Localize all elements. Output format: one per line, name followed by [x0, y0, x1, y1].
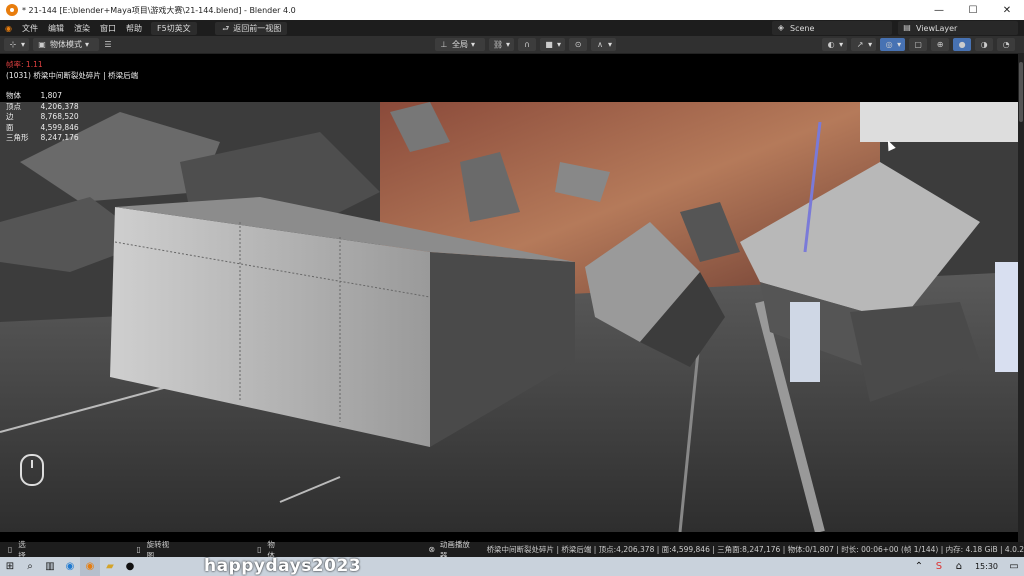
scene-selector[interactable]: ◈ Scene — [772, 21, 892, 35]
gizmo-dropdown[interactable]: ↗ ▾ — [851, 38, 877, 51]
snap-target-dropdown[interactable]: ■ ▾ — [540, 38, 566, 51]
ime-icon[interactable]: S — [929, 557, 949, 576]
cancel-icon[interactable]: ⊗ — [428, 545, 436, 555]
stat-row: 三角形 8,247,176 — [6, 133, 79, 142]
edge-icon[interactable]: ◉ — [60, 557, 80, 576]
task-view-icon[interactable]: ▥ — [40, 557, 60, 576]
minimize-button[interactable]: — — [922, 0, 956, 20]
menu-help[interactable]: 帮助 — [121, 23, 147, 34]
square-icon: ■ — [545, 39, 553, 49]
network-icon[interactable]: ⌂ — [949, 557, 969, 576]
scene-illustration — [0, 102, 1018, 532]
obs-icon[interactable]: ● — [120, 557, 140, 576]
menu-hamburger-icon[interactable]: ☰ — [103, 40, 113, 50]
tray-chevron-icon[interactable]: ⌃ — [909, 557, 929, 576]
dot-icon: ⊙ — [574, 39, 582, 49]
editor-type-dropdown[interactable]: ⊹ ▾ — [4, 38, 30, 51]
active-object-info: (1031) 桥梁中间断裂处碎片 | 桥梁后端 — [6, 70, 139, 80]
menu-edit[interactable]: 编辑 — [43, 23, 69, 34]
windows-taskbar: ⊞ ⌕ ▥ ◉ ◉ ▰ ● ⌃ S ⌂ 15:30 ▭ — [0, 557, 1024, 576]
falloff-dropdown[interactable]: ∧ ▾ — [591, 38, 617, 51]
f5-switch-button[interactable]: F5切英文 — [150, 21, 197, 35]
mode-dropdown[interactable]: ▣ 物体模式 ▾ — [33, 38, 100, 51]
3d-viewport[interactable]: 帧率: 1.11 (1031) 桥梁中间断裂处碎片 | 桥梁后端 物体 1,807… — [0, 54, 1018, 542]
menu-window[interactable]: 窗口 — [95, 23, 121, 34]
fps-readout: 帧率: 1.11 — [6, 60, 43, 69]
title-bar: * 21-144 [E:\blender+Maya项目\游戏大赛\21-144.… — [0, 0, 1024, 20]
folder-icon[interactable]: ▰ — [100, 557, 120, 576]
close-button[interactable]: ✕ — [990, 0, 1024, 20]
magnet-icon: ∩ — [524, 39, 530, 49]
scene-icon: ◈ — [777, 23, 785, 32]
visibility-dropdown[interactable]: ◐ ▾ — [822, 38, 848, 51]
wireframe-icon: ⊕ — [936, 39, 944, 49]
orientation-icon: ⊥ — [440, 39, 448, 49]
blender-taskbar-icon[interactable]: ◉ — [80, 557, 100, 576]
stat-row: 边 8,768,520 — [6, 112, 79, 121]
shading-wireframe[interactable]: ⊕ — [931, 38, 950, 51]
window-title: * 21-144 [E:\blender+Maya项目\游戏大赛\21-144.… — [22, 5, 296, 15]
notification-icon[interactable]: ▭ — [1004, 557, 1024, 576]
transform-orientation-dropdown[interactable]: ⊥ 全局 ▾ — [435, 38, 486, 51]
back-view-button[interactable]: ⮐ 返回前一视图 — [214, 21, 288, 35]
overlay-dropdown[interactable]: ◎ ▾ — [880, 38, 906, 51]
start-icon[interactable]: ⊞ — [0, 557, 20, 576]
watermark-text: happydays2023 — [204, 556, 362, 576]
shading-rendered[interactable]: ◔ — [997, 38, 1016, 51]
pivot-dropdown[interactable]: ⛓ ▾ — [489, 38, 515, 51]
axis-icon: ⊹ — [9, 39, 17, 49]
mouse-middle-icon: ▯ — [136, 544, 141, 554]
blender-menu-icon[interactable]: ◉ — [0, 24, 17, 33]
proportional-edit-toggle[interactable]: ⊙ — [569, 38, 588, 51]
stats-table: 物体 1,807 顶点 4,206,378 边 8,768,520 面 4,599,84… — [6, 91, 91, 144]
falloff-icon: ∧ — [597, 39, 603, 49]
mouse-right-icon: ▯ — [257, 544, 262, 554]
snap-toggle[interactable]: ∩ — [518, 38, 537, 51]
back-icon: ⮐ — [222, 23, 230, 33]
mouse-icon — [20, 454, 44, 486]
xray-toggle[interactable]: ▢ — [909, 38, 928, 51]
viewlayer-icon: ▤ — [903, 23, 911, 32]
xray-icon: ▢ — [914, 39, 922, 49]
status-bar: ▯ 选择 ▯ 旋转视图 ▯ 物体 ⊗ 动画播放器 桥梁中间断裂处碎片 | 桥梁后… — [0, 540, 1024, 560]
solid-icon: ● — [958, 39, 966, 49]
viewport-header: ⊹ ▾ ▣ 物体模式 ▾ ☰ ⊥ 全局 ▾ ⛓ ▾ ∩ ■ ▾ ⊙ ∧ ▾ ◐ ▾ ↗ ▾ ◎ ▾… — [0, 36, 1024, 54]
stat-row: 面 4,599,846 — [6, 122, 79, 132]
stat-row: 物体 1,807 — [6, 91, 62, 100]
menu-file[interactable]: 文件 — [17, 23, 43, 34]
maximize-button[interactable]: ☐ — [956, 0, 990, 20]
viewport-scrollbar[interactable] — [1018, 54, 1024, 542]
shading-material[interactable]: ◑ — [975, 38, 994, 51]
material-icon: ◑ — [980, 39, 988, 49]
rendered-icon: ◔ — [1002, 39, 1010, 49]
overlay-icon: ◎ — [885, 39, 893, 49]
clock[interactable]: 15:30 — [975, 562, 998, 571]
shading-solid[interactable]: ● — [953, 38, 972, 51]
viewlayer-selector[interactable]: ▤ ViewLayer — [898, 21, 1018, 35]
blender-logo-icon — [6, 4, 18, 16]
gizmo-icon: ↗ — [856, 39, 864, 49]
pivot-icon: ⛓ — [493, 39, 504, 49]
viewlayer-name: ViewLayer — [916, 23, 958, 33]
rendered-scene[interactable] — [0, 102, 1018, 532]
viewport-stats-overlay: 帧率: 1.11 (1031) 桥梁中间断裂处碎片 | 桥梁后端 物体 1,807… — [6, 60, 138, 144]
scrollbar-thumb[interactable] — [1019, 62, 1023, 122]
stat-row: 顶点 4,206,378 — [6, 101, 79, 111]
search-icon[interactable]: ⌕ — [20, 557, 40, 576]
eye-icon: ◐ — [827, 39, 835, 49]
status-info: 桥梁中间断裂处碎片 | 桥梁后端 | 顶点:4,206,378 | 面:4,59… — [486, 545, 1024, 554]
scene-name: Scene — [790, 23, 815, 33]
object-mode-icon: ▣ — [38, 39, 46, 49]
menu-render[interactable]: 渲染 — [69, 23, 95, 34]
mouse-left-icon: ▯ — [7, 544, 13, 554]
